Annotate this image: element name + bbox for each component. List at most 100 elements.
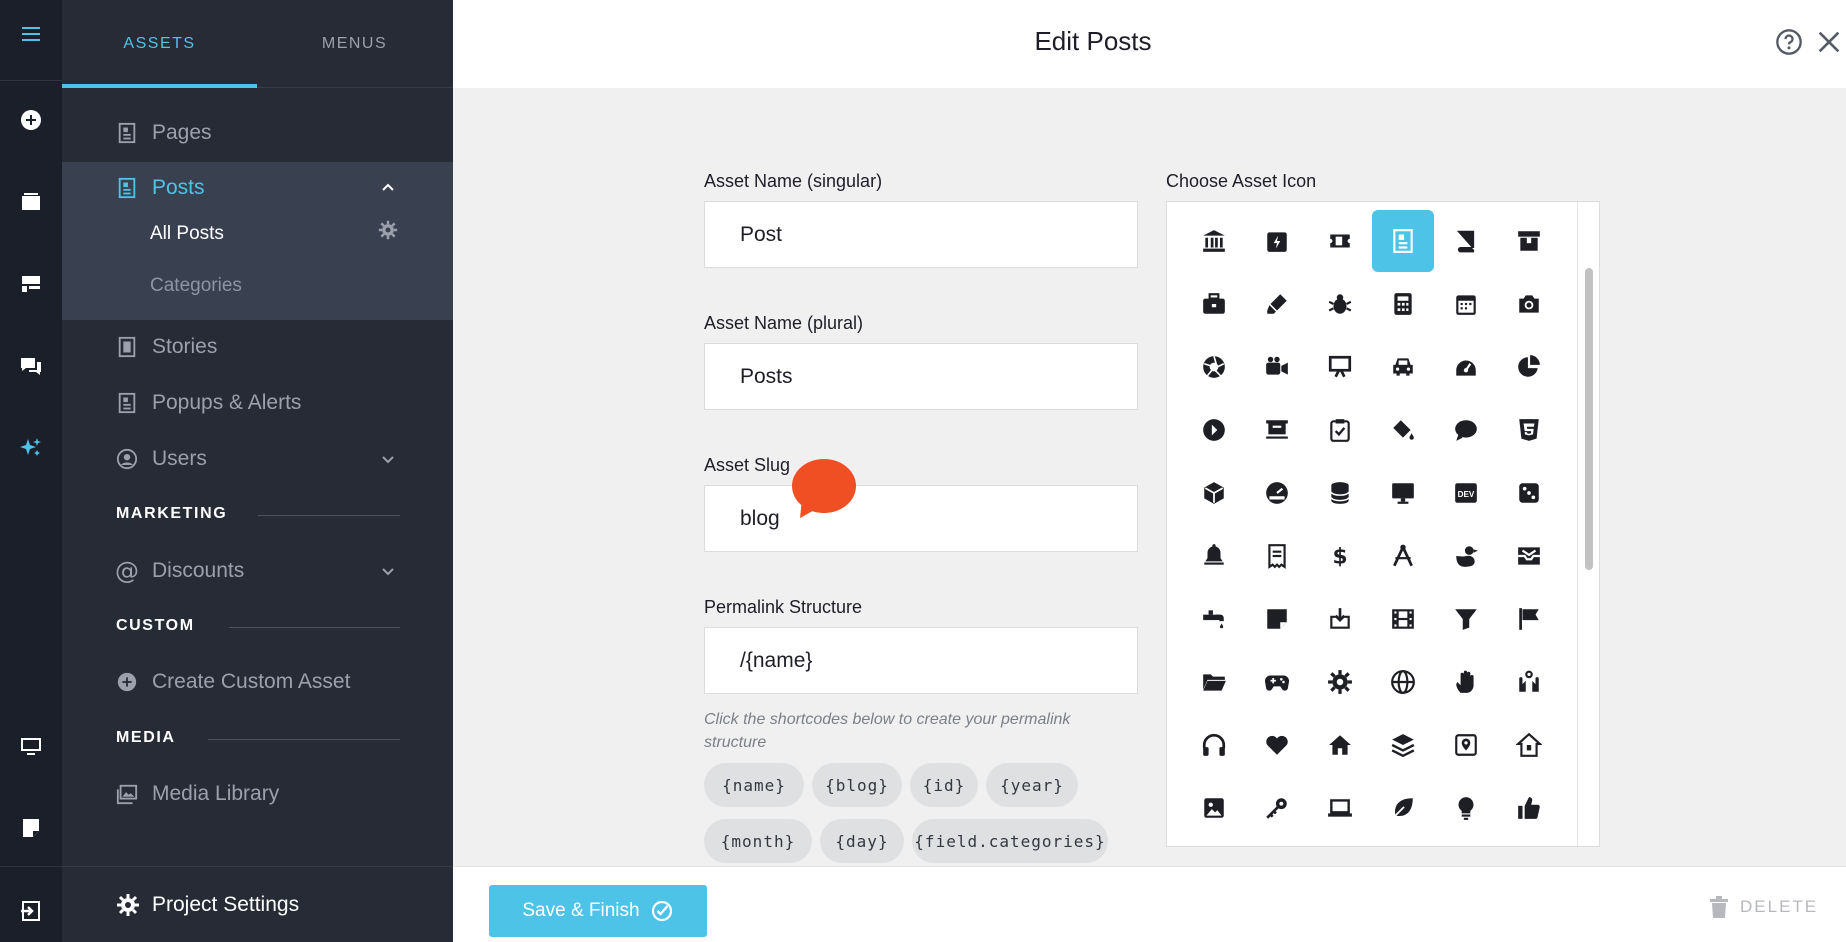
shortcode-chip[interactable]: {field.categories} [912,819,1108,863]
clipboard-check-icon[interactable] [1309,399,1371,461]
sidebar-item-popups[interactable]: Popups & Alerts [62,377,453,429]
aperture-icon[interactable] [1183,336,1245,398]
post-icon[interactable] [1372,210,1434,272]
window-icon[interactable] [0,182,62,222]
video-camera-icon[interactable] [1246,336,1308,398]
chat-bubble-icon[interactable] [1435,399,1497,461]
receipt-icon[interactable] [1246,525,1308,587]
monitor-icon[interactable] [1372,462,1434,524]
archive-icon[interactable] [1498,210,1560,272]
thumbs-up-icon[interactable] [1498,777,1560,839]
leaf-icon[interactable] [1372,777,1434,839]
sidebar-item-create-custom-asset[interactable]: Create Custom Asset [62,656,453,708]
ticket-icon[interactable] [1309,210,1371,272]
paint-bucket-icon[interactable] [1372,399,1434,461]
help-icon[interactable] [1775,28,1803,56]
headphones-icon[interactable] [1183,714,1245,776]
presentation-icon[interactable] [1246,399,1308,461]
cube-icon[interactable] [1183,462,1245,524]
scrollbar-thumb[interactable] [1585,268,1593,570]
sidebar-item-media-library[interactable]: Media Library [62,768,453,820]
film-icon[interactable] [1372,588,1434,650]
gear-icon[interactable] [378,220,398,240]
tab-menus[interactable]: MENUS [257,0,452,88]
map-marker-icon[interactable] [1435,714,1497,776]
shortcode-chip[interactable]: {month} [704,819,812,863]
plural-name-input[interactable]: Posts [704,343,1138,410]
shortcode-chip[interactable]: {name} [704,763,804,807]
delete-button[interactable]: DELETE [1708,887,1833,927]
chevron-down-icon[interactable] [380,563,396,579]
hands-icon[interactable] [1498,651,1560,713]
globe-icon[interactable] [1372,651,1434,713]
key-icon[interactable] [1246,777,1308,839]
flag-icon[interactable] [1498,588,1560,650]
slug-input[interactable]: blog [704,485,1138,552]
icon-grid-scrollbar[interactable] [1577,202,1599,846]
play-circle-icon[interactable] [1183,399,1245,461]
chevron-up-icon[interactable] [380,180,396,196]
hand-icon[interactable] [1435,651,1497,713]
filter-icon[interactable] [1435,588,1497,650]
menu-icon[interactable] [0,14,62,54]
download-box-icon[interactable] [1309,588,1371,650]
note-icon[interactable] [0,808,62,848]
camera-icon[interactable] [1498,273,1560,335]
laptop-icon[interactable] [1309,777,1371,839]
shortcode-chip[interactable]: {blog} [812,763,902,807]
bug-icon[interactable] [1309,273,1371,335]
image-icon[interactable] [1183,777,1245,839]
bank-icon[interactable] [1183,210,1245,272]
singular-name-input[interactable]: Post [704,201,1138,268]
close-icon[interactable] [1815,28,1843,56]
inbox-icon[interactable] [1498,525,1560,587]
gamepad-icon[interactable] [1246,651,1308,713]
book-icon[interactable] [1435,210,1497,272]
save-finish-button[interactable]: Save & Finish [489,885,707,937]
desktop-icon[interactable] [0,726,62,766]
permalink-input[interactable]: /{name} [704,627,1138,694]
heart-icon[interactable] [1246,714,1308,776]
faucet-icon[interactable] [1183,588,1245,650]
sparkles-icon[interactable] [0,428,62,468]
shortcode-chip[interactable]: {year} [986,763,1078,807]
database-icon[interactable] [1309,462,1371,524]
sidebar-item-posts[interactable]: Posts [62,162,453,214]
house-outline-icon[interactable] [1498,714,1560,776]
sidebar-item-users[interactable]: Users [62,433,453,485]
dollar-icon[interactable]: $ [1309,525,1371,587]
chevron-down-icon[interactable] [380,451,396,467]
sidebar-subitem-categories[interactable]: Categories [150,275,242,297]
sidebar-item-discounts[interactable]: @ Discounts [62,545,453,597]
shortcode-chip[interactable]: {day} [820,819,904,863]
folder-open-icon[interactable] [1183,651,1245,713]
highlighter-icon[interactable] [1246,273,1308,335]
gear-icon[interactable] [1309,651,1371,713]
shortcode-chip[interactable]: {id} [910,763,978,807]
css3-icon[interactable] [1498,399,1560,461]
layers-icon[interactable] [1372,714,1434,776]
sidebar-subitem-all-posts[interactable]: All Posts [150,223,224,245]
dev-badge-icon[interactable]: DEV [1435,462,1497,524]
briefcase-icon[interactable] [1183,273,1245,335]
calculator-icon[interactable] [1372,273,1434,335]
project-settings-button[interactable]: Project Settings [62,866,453,942]
drafting-compass-icon[interactable] [1372,525,1434,587]
exit-icon[interactable] [0,891,62,931]
duck-icon[interactable] [1435,525,1497,587]
tab-assets[interactable]: ASSETS [62,0,257,88]
add-icon[interactable] [0,100,62,140]
design-icon[interactable] [0,264,62,304]
easel-icon[interactable] [1309,336,1371,398]
sidebar-item-pages[interactable]: Pages [62,107,453,159]
sidebar-item-stories[interactable]: Stories [62,321,453,373]
home-icon[interactable] [1309,714,1371,776]
calendar-bolt-icon[interactable] [1246,210,1308,272]
dice-icon[interactable] [1498,462,1560,524]
dashboard-icon[interactable] [1246,462,1308,524]
car-icon[interactable] [1372,336,1434,398]
lightbulb-icon[interactable] [1435,777,1497,839]
bell-icon[interactable] [1183,525,1245,587]
gauge-icon[interactable] [1435,336,1497,398]
chat-bubble-icon[interactable] [790,459,856,519]
